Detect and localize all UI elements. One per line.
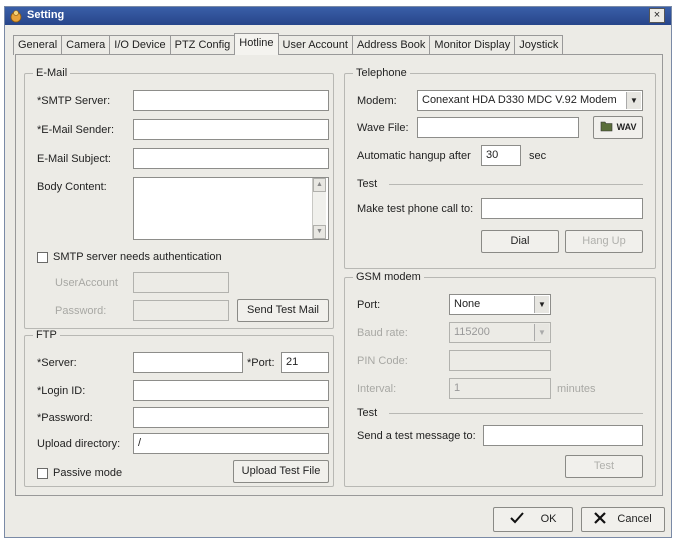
telephone-test-heading: Test — [357, 178, 378, 190]
ftp-port-label: *Port: — [247, 357, 275, 369]
wave-browse-button[interactable]: WAV — [593, 116, 643, 139]
scroll-down-icon[interactable]: ▼ — [313, 225, 326, 239]
wave-file-label: Wave File: — [357, 122, 409, 134]
modem-selected-value: Conexant HDA D330 MDC V.92 Modem — [422, 94, 617, 106]
ftp-group-title: FTP — [33, 329, 60, 341]
smtp-auth-label: SMTP server needs authentication — [53, 251, 222, 263]
tab-general[interactable]: General — [13, 35, 63, 55]
hangup-seconds-input[interactable]: 30 — [481, 145, 521, 166]
ftp-server-input[interactable] — [133, 352, 243, 373]
body-content-textarea[interactable] — [133, 177, 329, 240]
dial-button[interactable]: Dial — [481, 230, 559, 253]
ftp-login-label: *Login ID: — [37, 385, 86, 397]
gsm-test-button[interactable]: Test — [565, 455, 643, 478]
passive-mode-label: Passive mode — [53, 467, 123, 479]
passive-mode-checkbox[interactable] — [37, 468, 48, 479]
close-icon: × — [653, 9, 661, 21]
wav-label: WAV — [616, 122, 637, 132]
hotline-panel: E-Mail *SMTP Server: *E-Mail Sender: E-M… — [15, 54, 663, 496]
ftp-password-label: *Password: — [37, 412, 93, 424]
test-call-input[interactable] — [481, 198, 643, 219]
gsm-modem-group: GSM modem Port: None ▼ Baud rate: 115200… — [344, 271, 656, 487]
interval-unit: minutes — [557, 383, 596, 395]
chevron-down-icon[interactable]: ▼ — [534, 324, 549, 341]
hang-up-button[interactable]: Hang Up — [565, 230, 643, 253]
tab-ptz-config[interactable]: PTZ Config — [169, 35, 236, 55]
email-group: E-Mail *SMTP Server: *E-Mail Sender: E-M… — [24, 67, 334, 329]
pin-code-label: PIN Code: — [357, 355, 408, 367]
hangup-label: Automatic hangup after — [357, 150, 471, 162]
tab-address-book[interactable]: Address Book — [351, 35, 431, 55]
tab-monitor-display[interactable]: Monitor Display — [429, 35, 516, 55]
tab-io-device[interactable]: I/O Device — [109, 35, 171, 55]
useraccount-label: UserAccount — [55, 277, 118, 289]
hangup-unit: sec — [529, 150, 547, 162]
gsm-port-label: Port: — [357, 299, 381, 311]
window-title: Setting — [27, 9, 65, 21]
modem-label: Modem: — [357, 95, 397, 107]
ok-button[interactable]: OK — [493, 507, 573, 532]
folder-icon — [600, 121, 612, 132]
app-settings-icon — [10, 10, 22, 23]
telephone-group: Telephone Modem: Conexant HDA D330 MDC V… — [344, 67, 656, 269]
title-bar: Setting × — [5, 7, 671, 25]
body-content-label: Body Content: — [37, 181, 107, 193]
interval-input[interactable]: 1 — [449, 378, 551, 399]
email-subject-input[interactable] — [133, 148, 329, 169]
email-sender-label: *E-Mail Sender: — [37, 124, 115, 136]
cancel-button[interactable]: Cancel — [581, 507, 665, 532]
tab-joystick[interactable]: Joystick — [514, 35, 564, 55]
send-test-mail-button[interactable]: Send Test Mail — [237, 299, 329, 322]
smtp-password-label: Password: — [55, 305, 107, 317]
chevron-down-icon[interactable]: ▼ — [626, 92, 641, 109]
body-scrollbar[interactable]: ▲ ▼ — [312, 178, 326, 239]
x-icon — [594, 512, 607, 524]
baud-rate-value: 115200 — [454, 326, 490, 338]
tab-user-account[interactable]: User Account — [277, 35, 353, 55]
checkmark-icon — [509, 512, 524, 524]
ftp-group: FTP *Server: *Port: 21 *Login ID: *Passw… — [24, 329, 334, 487]
email-sender-input[interactable] — [133, 119, 329, 140]
telephone-group-title: Telephone — [353, 67, 410, 79]
smtp-server-input[interactable] — [133, 90, 329, 111]
useraccount-input[interactable] — [133, 272, 229, 293]
close-button[interactable]: × — [649, 8, 665, 23]
settings-window: Setting × General Camera I/O Device PTZ … — [4, 6, 672, 538]
upload-dir-label: Upload directory: — [37, 438, 121, 450]
gsm-port-value: None — [454, 298, 481, 310]
chevron-down-icon[interactable]: ▼ — [534, 296, 549, 313]
gsm-group-title: GSM modem — [353, 271, 424, 283]
email-group-title: E-Mail — [33, 67, 71, 79]
smtp-server-label: *SMTP Server: — [37, 95, 111, 107]
test-message-label: Send a test message to: — [357, 430, 476, 442]
test-call-label: Make test phone call to: — [357, 203, 474, 215]
email-subject-label: E-Mail Subject: — [37, 153, 111, 165]
gsm-test-divider — [389, 413, 643, 414]
ftp-port-input[interactable]: 21 — [281, 352, 329, 373]
upload-test-file-button[interactable]: Upload Test File — [233, 460, 329, 483]
modem-select[interactable]: Conexant HDA D330 MDC V.92 Modem ▼ — [417, 90, 643, 111]
test-message-input[interactable] — [483, 425, 643, 446]
gsm-port-select[interactable]: None ▼ — [449, 294, 551, 315]
smtp-auth-checkbox[interactable] — [37, 252, 48, 263]
tab-hotline[interactable]: Hotline — [234, 33, 279, 55]
gsm-test-heading: Test — [357, 407, 378, 419]
cancel-label: Cancel — [617, 513, 652, 525]
ftp-password-input[interactable] — [133, 407, 329, 428]
pin-code-input[interactable] — [449, 350, 551, 371]
scroll-up-icon[interactable]: ▲ — [313, 178, 326, 192]
tab-bar: General Camera I/O Device PTZ Config Hot… — [13, 33, 564, 55]
wave-file-input[interactable] — [417, 117, 579, 138]
smtp-password-input[interactable] — [133, 300, 229, 321]
ftp-login-input[interactable] — [133, 380, 329, 401]
ftp-server-label: *Server: — [37, 357, 77, 369]
ok-label: OK — [540, 513, 557, 525]
telephone-test-divider — [389, 184, 643, 185]
baud-rate-select[interactable]: 115200 ▼ — [449, 322, 551, 343]
interval-label: Interval: — [357, 383, 397, 395]
tab-camera[interactable]: Camera — [61, 35, 111, 55]
baud-rate-label: Baud rate: — [357, 327, 408, 339]
upload-dir-input[interactable]: / — [133, 433, 329, 454]
